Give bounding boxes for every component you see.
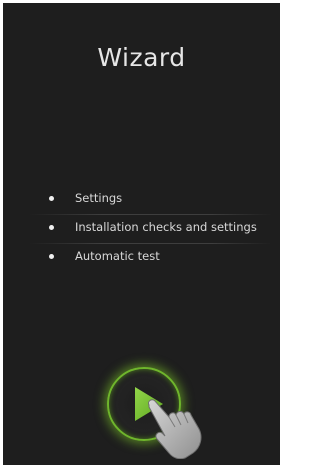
list-item-installation-checks: Installation checks and settings	[3, 215, 280, 244]
hand-pointer-icon	[148, 399, 202, 459]
list-item-automatic-test: Automatic test	[3, 244, 280, 273]
step-label: Installation checks and settings	[75, 220, 257, 234]
bullet-icon	[49, 196, 54, 201]
step-label: Settings	[75, 191, 123, 205]
start-wizard-area	[107, 367, 202, 459]
wizard-steps-list: Settings Installation checks and setting…	[3, 186, 280, 273]
wizard-screen: Wizard Settings Installation checks and …	[3, 3, 280, 465]
page-title: Wizard	[97, 43, 186, 72]
bullet-icon	[49, 225, 54, 230]
bullet-icon	[49, 254, 54, 259]
list-item-settings: Settings	[3, 186, 280, 215]
step-label: Automatic test	[75, 249, 160, 263]
